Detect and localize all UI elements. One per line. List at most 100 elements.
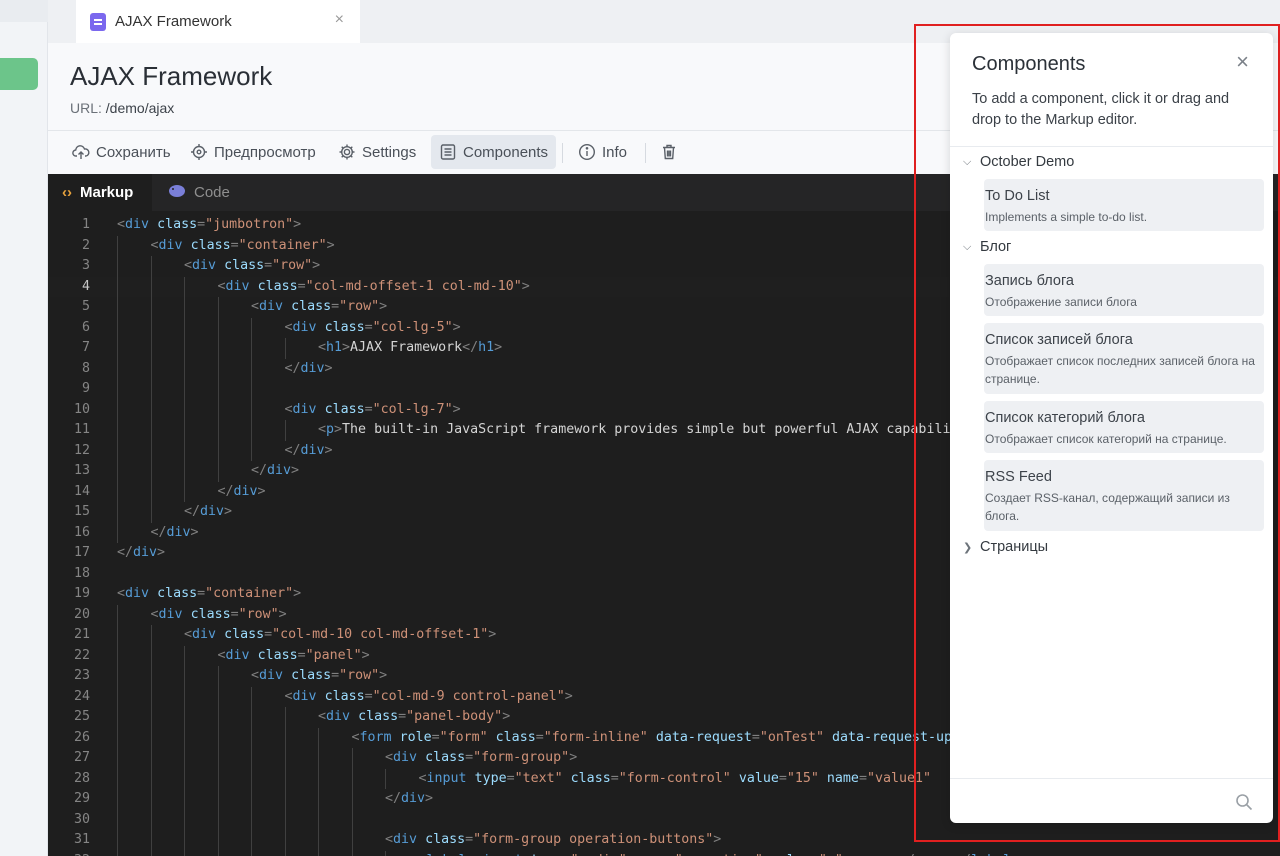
component-description: Implements a simple to-do list.: [985, 210, 1148, 224]
code-token: >: [379, 299, 388, 314]
code-token: >: [224, 504, 233, 519]
code-token: div: [192, 627, 217, 642]
code-token: =: [811, 853, 819, 856]
code-token: div: [292, 401, 317, 417]
components-button[interactable]: Components: [431, 135, 557, 169]
code-token: name: [826, 770, 859, 786]
settings-button[interactable]: Settings: [330, 135, 424, 169]
tab-markup[interactable]: ‹› Markup: [48, 174, 152, 211]
component-item-blog-categories[interactable]: Список категорий блога Отображает список…: [984, 401, 1264, 453]
panel-footer-divider: [950, 778, 1273, 779]
code-token: >: [452, 401, 461, 417]
components-panel: Components × To add a component, click i…: [950, 33, 1273, 823]
page-url: URL: /demo/ajax: [70, 100, 174, 116]
close-tab-icon[interactable]: ×: [335, 11, 344, 29]
indent-guide: [150, 625, 152, 856]
code-token: <: [284, 401, 293, 417]
code-token: "col-lg-7": [372, 401, 453, 417]
code-text: <label><input type="radio" name="operati…: [419, 851, 1020, 856]
code-token: "col-md-9 control-panel": [372, 688, 565, 704]
group-october-demo[interactable]: ⌵ October Demo: [963, 154, 1074, 170]
component-name: Запись блога: [985, 273, 1074, 289]
code-token: <: [184, 258, 193, 273]
crosshair-icon: [190, 143, 208, 161]
code-token: span: [915, 853, 947, 856]
code-token: ></: [947, 853, 971, 856]
code-token: =: [197, 217, 206, 232]
code-token: </: [462, 340, 479, 355]
code-token: <: [284, 319, 293, 335]
component-item-to-do-list[interactable]: To Do List Implements a simple to-do lis…: [984, 179, 1264, 231]
info-button[interactable]: Info: [570, 135, 635, 169]
code-token: class: [291, 668, 332, 683]
component-item-rss-feed[interactable]: RSS Feed Создает RSS-канал, содержащий з…: [984, 460, 1264, 531]
group-blog[interactable]: ⌵ Блог: [963, 239, 1011, 255]
line-number: 3: [81, 258, 90, 273]
code-token: div: [233, 483, 258, 499]
code-token: >: [278, 606, 287, 622]
code-text: <div class="col-md-9 control-panel">: [285, 687, 573, 708]
code-token: <: [351, 729, 360, 745]
line-number: 27: [73, 750, 90, 765]
code-token: </: [150, 524, 167, 540]
code-token: class: [257, 647, 298, 663]
document-tab[interactable]: AJAX Framework ×: [76, 0, 360, 43]
indent-guide: [284, 707, 286, 856]
close-panel-icon[interactable]: ×: [1236, 51, 1249, 73]
code-token: "container": [238, 237, 327, 253]
code-token: </: [117, 545, 134, 560]
code-token: =: [751, 729, 760, 745]
code-token: type: [474, 770, 507, 786]
code-token: "col-lg-5": [372, 319, 453, 335]
code-token: class: [291, 299, 332, 314]
code-text: <div class="row">: [251, 297, 387, 318]
code-token: >: [713, 832, 722, 847]
code-token: div: [326, 709, 351, 724]
code-text: <div class="container">: [151, 236, 335, 257]
code-brackets-icon: ‹›: [62, 184, 72, 201]
code-token: =: [610, 770, 619, 786]
code-token: =: [331, 299, 340, 314]
code-token: =: [431, 729, 440, 745]
code-text: <div class="row">: [251, 666, 387, 687]
group-pages[interactable]: ❯ Страницы: [963, 539, 1048, 555]
code-text: <div class="panel-body">: [318, 707, 510, 728]
component-description: Создает RSS-канал, содержащий записи из …: [985, 491, 1230, 523]
code-text: <div class="col-lg-7">: [285, 400, 461, 421]
code-token: ><: [843, 853, 859, 856]
code-token: =: [297, 278, 306, 294]
code-token: div: [292, 319, 317, 335]
code-token: "15": [786, 770, 819, 786]
sidebar-active-indicator[interactable]: [0, 58, 38, 90]
code-token: AJAX Framework: [350, 340, 463, 355]
group-label: Блог: [980, 239, 1012, 255]
code-token: <: [419, 853, 427, 856]
component-item-blog-post-list[interactable]: Список записей блога Отображает список п…: [984, 323, 1264, 394]
code-text: <div class="col-md-10 col-md-offset-1">: [184, 625, 496, 646]
line-number: 4: [81, 278, 90, 294]
tab-code[interactable]: Code: [154, 174, 244, 211]
code-token: >: [494, 340, 503, 355]
code-text: <div class="form-group">: [385, 748, 577, 769]
indent-guide: [351, 748, 353, 856]
code-text: <div class="col-lg-5">: [285, 318, 461, 339]
component-item-blog-post[interactable]: Запись блога Отображение записи блога: [984, 264, 1264, 316]
code-token: >: [257, 483, 266, 499]
code-token: =: [264, 258, 273, 273]
code-token: <: [318, 422, 327, 437]
save-button[interactable]: Сохранить: [64, 135, 179, 169]
component-name: To Do List: [985, 188, 1050, 204]
code-token: <: [318, 709, 327, 724]
code-token: div: [393, 750, 418, 765]
delete-button[interactable]: [652, 135, 692, 169]
preview-button[interactable]: Предпросмотр: [182, 135, 324, 169]
code-line[interactable]: 32<label><input type="radio" name="opera…: [48, 851, 1280, 856]
search-icon[interactable]: [1235, 793, 1253, 811]
